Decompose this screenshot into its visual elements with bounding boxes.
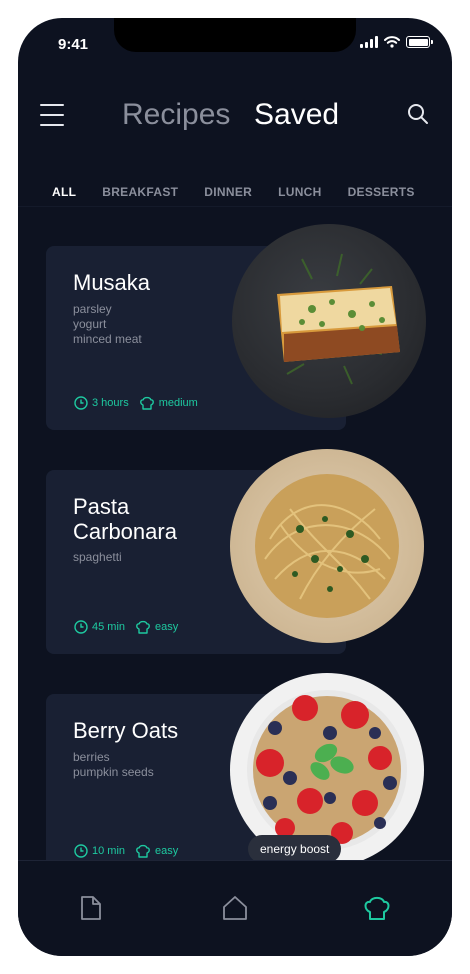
signal-icon	[360, 36, 378, 48]
menu-icon[interactable]	[40, 104, 64, 126]
recipe-meta: 10 min easy	[74, 844, 188, 858]
phone-screen: 9:41 Recipes Saved ALL BREAKFAST DINNER …	[18, 18, 452, 956]
tab-all[interactable]: ALL	[52, 185, 76, 199]
ingredient: yogurt	[73, 317, 107, 331]
ingredient: parsley	[73, 302, 112, 316]
header: Recipes Saved	[18, 98, 452, 148]
chef-hat-icon	[139, 396, 154, 410]
search-icon[interactable]	[406, 102, 430, 126]
wifi-icon	[384, 36, 400, 48]
chef-hat-icon	[364, 896, 390, 920]
recipe-ingredients: berries pumpkin seeds	[73, 750, 154, 780]
recipe-title: Berry Oats	[73, 718, 179, 743]
recipe-ingredients: spaghetti	[73, 550, 122, 565]
notch	[114, 18, 356, 52]
tab-desserts[interactable]: DESSERTS	[348, 185, 415, 199]
chef-hat-icon	[136, 620, 150, 634]
recipe-difficulty: medium	[158, 397, 198, 409]
recipe-title: Pasta Carbonara	[73, 494, 177, 544]
recipe-title: Musaka	[73, 270, 151, 295]
ingredient: pumpkin seeds	[73, 765, 154, 779]
clock-icon	[74, 620, 88, 634]
title-saved[interactable]: Saved	[254, 98, 339, 132]
recipe-time: 10 min	[92, 845, 126, 857]
chef-hat-icon	[136, 844, 150, 858]
recipe-meta: 45 min easy	[74, 620, 188, 634]
ingredient: minced meat	[73, 332, 142, 346]
category-tabs: ALL BREAKFAST DINNER LUNCH DESSERTS	[18, 178, 452, 206]
tab-dinner[interactable]: DINNER	[204, 185, 252, 199]
nav-saved-recipes[interactable]	[362, 893, 392, 923]
ingredient: berries	[73, 750, 110, 764]
recipe-ingredients: parsley yogurt minced meat	[73, 302, 142, 347]
status-icons	[360, 36, 433, 48]
tab-lunch[interactable]: LUNCH	[278, 185, 322, 199]
recipe-meta: 3 hours medium	[74, 396, 208, 410]
clock-icon	[74, 396, 88, 410]
title-recipes[interactable]: Recipes	[122, 98, 230, 132]
tabs-divider	[18, 206, 452, 207]
energy-boost-badge: energy boost	[248, 835, 342, 863]
nav-home[interactable]	[220, 893, 250, 923]
pasta-dish-image	[230, 449, 424, 643]
ingredient: spaghetti	[73, 550, 122, 564]
bottom-nav	[18, 860, 452, 956]
recipe-difficulty: easy	[155, 621, 179, 633]
clock-icon	[74, 844, 88, 858]
home-icon	[223, 896, 247, 920]
nav-documents[interactable]	[76, 893, 106, 923]
recipe-time: 45 min	[92, 621, 126, 633]
battery-icon	[406, 36, 433, 48]
musaka-dish-image	[232, 224, 426, 418]
recipe-difficulty: easy	[155, 845, 179, 857]
status-time: 9:41	[58, 36, 89, 53]
document-icon	[81, 896, 101, 920]
recipe-time: 3 hours	[92, 397, 129, 409]
tab-breakfast[interactable]: BREAKFAST	[102, 185, 178, 199]
